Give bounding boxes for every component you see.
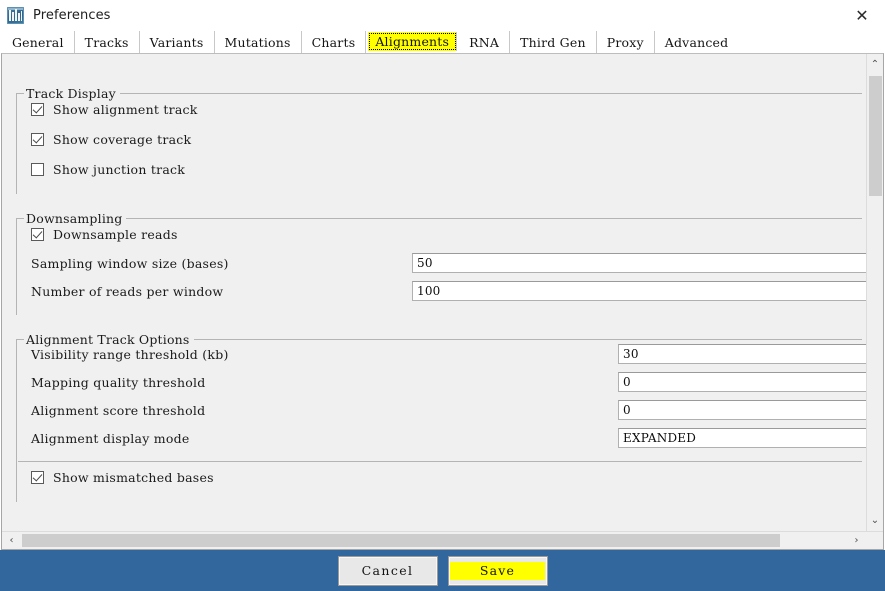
input-alignment-score-threshold[interactable]: 0 [618, 400, 866, 420]
label-downsample-reads: Downsample reads [53, 226, 178, 242]
scroll-down-icon[interactable]: ⌄ [867, 512, 883, 529]
label-reads-per-window: Number of reads per window [31, 283, 224, 299]
tab-alignments[interactable]: Alignments [368, 32, 458, 51]
row-downsample-reads[interactable]: Downsample reads [17, 219, 862, 249]
dialog-action-bar: Cancel Save [0, 550, 885, 591]
vertical-scrollbar-thumb[interactable] [869, 76, 882, 196]
horizontal-scrollbar[interactable]: ‹ › [2, 531, 883, 549]
label-visibility-range-threshold: Visibility range threshold (kb) [31, 346, 229, 362]
scroll-left-icon[interactable]: ‹ [3, 532, 20, 549]
input-sampling-window-size[interactable]: 50 [412, 253, 866, 273]
preferences-window: Preferences ✕ General Tracks Variants Mu… [0, 0, 885, 591]
tab-variants[interactable]: Variants [140, 31, 215, 53]
close-icon[interactable]: ✕ [839, 0, 885, 31]
label-alignment-display-mode: Alignment display mode [31, 430, 190, 446]
tab-advanced[interactable]: Advanced [655, 31, 739, 53]
label-show-junction-track: Show junction track [53, 161, 186, 177]
save-button-label: Save [449, 561, 546, 580]
label-alignment-score-threshold: Alignment score threshold [31, 402, 206, 418]
group-track-display-title: Track Display [24, 86, 120, 101]
checkbox-show-junction-track[interactable] [31, 162, 44, 176]
tab-proxy[interactable]: Proxy [597, 31, 655, 53]
row-show-mismatched-bases[interactable]: Show mismatched bases [17, 462, 862, 492]
save-button[interactable]: Save [447, 555, 548, 586]
tab-rna[interactable]: RNA [459, 31, 511, 53]
tab-tracks[interactable]: Tracks [75, 31, 140, 53]
tab-third-gen[interactable]: Third Gen [510, 31, 597, 53]
label-mapping-quality-threshold: Mapping quality threshold [31, 374, 206, 390]
preferences-tabstrip: General Tracks Variants Mutations Charts… [0, 31, 885, 53]
checkbox-downsample-reads[interactable] [31, 227, 44, 241]
input-mapping-quality-threshold[interactable]: 0 [618, 372, 866, 392]
scroll-right-icon[interactable]: › [848, 532, 865, 549]
tab-charts[interactable]: Charts [302, 31, 367, 53]
vertical-scrollbar[interactable]: ⌃ ⌄ [866, 54, 883, 531]
group-alignment-track-options-title: Alignment Track Options [24, 332, 194, 347]
horizontal-scrollbar-thumb[interactable] [22, 534, 780, 547]
row-sampling-window-size: Sampling window size (bases) 50 [17, 249, 866, 277]
row-mapping-quality-threshold: Mapping quality threshold 0 [17, 368, 866, 396]
group-downsampling: Downsampling Downsample reads Sampling w… [16, 211, 866, 315]
preferences-content: Track Display Show alignment track Show … [1, 53, 884, 550]
cancel-button[interactable]: Cancel [337, 555, 438, 586]
checkbox-show-alignment-track[interactable] [31, 102, 44, 116]
checkbox-show-coverage-track[interactable] [31, 132, 44, 146]
row-alignment-display-mode: Alignment display mode EXPANDED [17, 424, 866, 452]
input-visibility-range-threshold[interactable]: 30 [618, 344, 866, 364]
igv-app-icon [7, 7, 24, 24]
label-show-alignment-track: Show alignment track [53, 101, 198, 117]
label-sampling-window-size: Sampling window size (bases) [31, 255, 229, 271]
input-reads-per-window[interactable]: 100 [412, 281, 866, 301]
window-title: Preferences [33, 8, 111, 23]
input-alignment-display-mode[interactable]: EXPANDED [618, 428, 866, 448]
scroll-viewport: Track Display Show alignment track Show … [2, 54, 866, 531]
group-downsampling-title: Downsampling [24, 211, 127, 226]
group-alignment-track-options: Alignment Track Options Visibility range… [16, 332, 866, 502]
alignments-settings-panel: Track Display Show alignment track Show … [2, 54, 866, 502]
row-alignment-score-threshold: Alignment score threshold 0 [17, 396, 866, 424]
tab-general[interactable]: General [2, 31, 75, 53]
label-show-mismatched-bases: Show mismatched bases [53, 469, 214, 485]
row-show-coverage-track[interactable]: Show coverage track [17, 124, 862, 154]
label-show-coverage-track: Show coverage track [53, 131, 192, 147]
scroll-up-icon[interactable]: ⌃ [867, 56, 883, 73]
group-track-display: Track Display Show alignment track Show … [16, 86, 862, 194]
row-reads-per-window: Number of reads per window 100 [17, 277, 866, 305]
row-show-alignment-track[interactable]: Show alignment track [17, 94, 862, 124]
checkbox-show-mismatched-bases[interactable] [31, 470, 44, 484]
tab-mutations[interactable]: Mutations [215, 31, 302, 53]
row-show-junction-track[interactable]: Show junction track [17, 154, 862, 184]
title-bar: Preferences ✕ [0, 0, 885, 31]
